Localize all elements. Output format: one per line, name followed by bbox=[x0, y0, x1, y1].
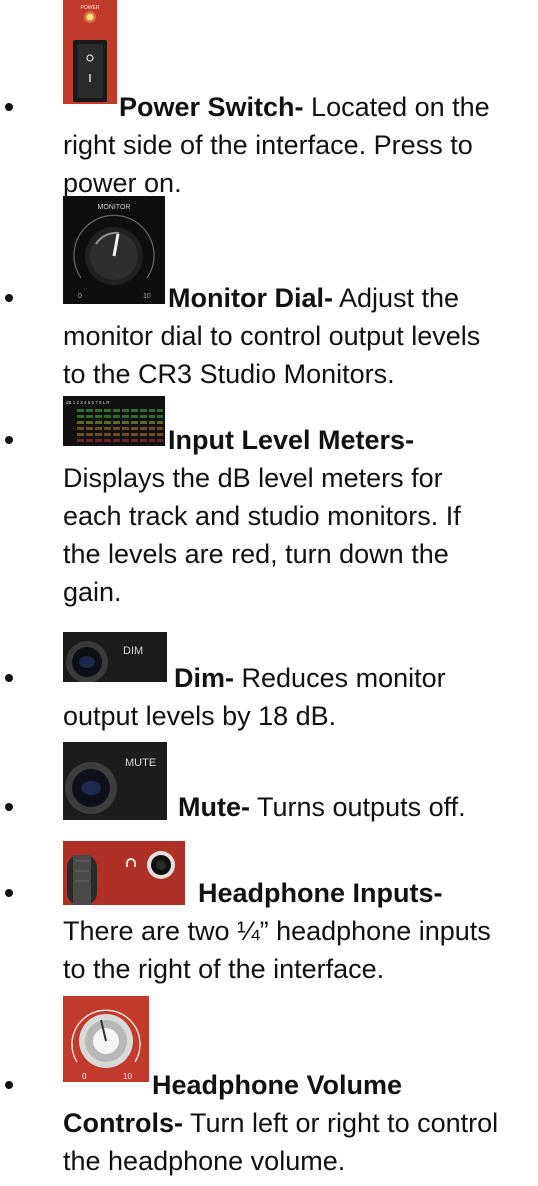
meter-header: dB 1 2 3 4 5 6 7 8 L R bbox=[66, 400, 110, 405]
bullet bbox=[5, 103, 13, 111]
scale-min: 0 bbox=[78, 293, 82, 300]
level-meters-photo: dB 1 2 3 4 5 6 7 8 L R bbox=[63, 396, 165, 446]
power-label: POWER bbox=[81, 5, 100, 11]
bullet bbox=[5, 436, 13, 444]
dim-label: DIM bbox=[123, 645, 143, 657]
description-line: gain. bbox=[63, 577, 122, 607]
term-label: Headphone Inputs- bbox=[198, 878, 443, 908]
description-line: Turns outputs off. bbox=[257, 792, 466, 822]
description-line: each track and studio monitors. If bbox=[63, 501, 461, 531]
term-label: Dim- bbox=[174, 663, 234, 693]
monitor-dial-photo: MONITOR 0 10 bbox=[63, 196, 165, 304]
scale-max: 10 bbox=[143, 293, 151, 300]
description-line: Reduces monitor bbox=[241, 663, 446, 693]
headphone-volume-knob-photo: 0 10 bbox=[63, 996, 149, 1082]
dim-button-photo: DIM bbox=[63, 632, 167, 682]
monitor-label: MONITOR bbox=[98, 204, 131, 211]
description-line: There are two ¼” headphone inputs bbox=[63, 916, 491, 946]
term-label: Monitor Dial- bbox=[168, 283, 333, 313]
scale-max: 10 bbox=[123, 1072, 132, 1081]
description-line: Located on the bbox=[311, 92, 490, 122]
description-line: Displays the dB level meters for bbox=[63, 463, 443, 493]
bullet bbox=[5, 674, 13, 682]
term-label: Power Switch- bbox=[119, 92, 304, 122]
description-line: right side of the interface. Press to bbox=[63, 130, 473, 160]
headphone-jack-photo bbox=[63, 841, 185, 905]
term-label: Mute- bbox=[178, 792, 250, 822]
description-line: Turn left or right to control bbox=[190, 1108, 499, 1138]
description-line: the levels are red, turn down the bbox=[63, 539, 449, 569]
description-line: output levels by 18 dB. bbox=[63, 701, 337, 731]
bullet bbox=[5, 294, 13, 302]
term-suffix: - bbox=[405, 425, 415, 455]
bullet bbox=[5, 889, 13, 897]
term-label-line2: Controls- bbox=[63, 1108, 183, 1138]
description-line: the headphone volume. bbox=[63, 1146, 346, 1176]
mute-button-photo: MUTE bbox=[63, 742, 167, 820]
bullet bbox=[5, 1081, 13, 1089]
mute-label: MUTE bbox=[125, 757, 156, 769]
description-line: Adjust the bbox=[339, 283, 460, 313]
description-line: to the CR3 Studio Monitors. bbox=[63, 359, 395, 389]
term-label: Input Level Meters bbox=[168, 425, 406, 455]
term-label: Headphone Volume bbox=[152, 1070, 403, 1100]
bullet bbox=[5, 803, 13, 811]
description-line: to the right of the interface. bbox=[63, 954, 385, 984]
power-switch-photo: POWER bbox=[63, 0, 117, 104]
description-line: monitor dial to control output levels bbox=[63, 321, 481, 351]
scale-min: 0 bbox=[82, 1072, 87, 1081]
